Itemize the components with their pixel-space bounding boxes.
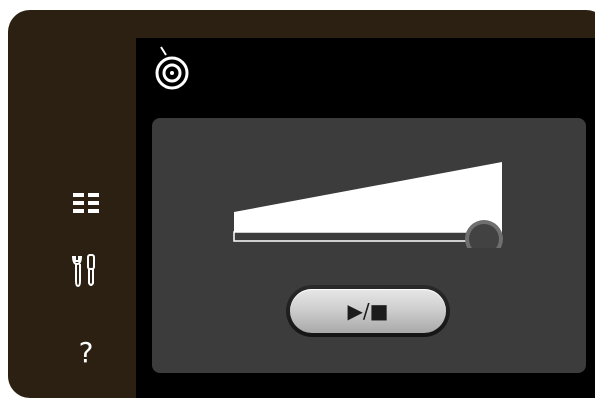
device-bezel: ? ▶/■	[8, 10, 595, 398]
play-stop-label: ▶/■	[347, 299, 389, 323]
speed-slider[interactable]	[232, 158, 512, 258]
play-stop-button[interactable]: ▶/■	[286, 285, 450, 337]
help-icon[interactable]: ?	[66, 332, 106, 372]
bobbin-icon	[148, 43, 192, 95]
menu-list-icon[interactable]	[66, 183, 106, 223]
slider-track	[233, 231, 485, 242]
help-glyph: ?	[78, 335, 94, 369]
main-screen: ▶/■	[136, 38, 595, 398]
control-panel: ▶/■	[152, 118, 586, 373]
sidebar: ?	[8, 10, 136, 398]
settings-tools-icon[interactable]	[66, 251, 106, 291]
speed-wedge	[234, 162, 502, 240]
